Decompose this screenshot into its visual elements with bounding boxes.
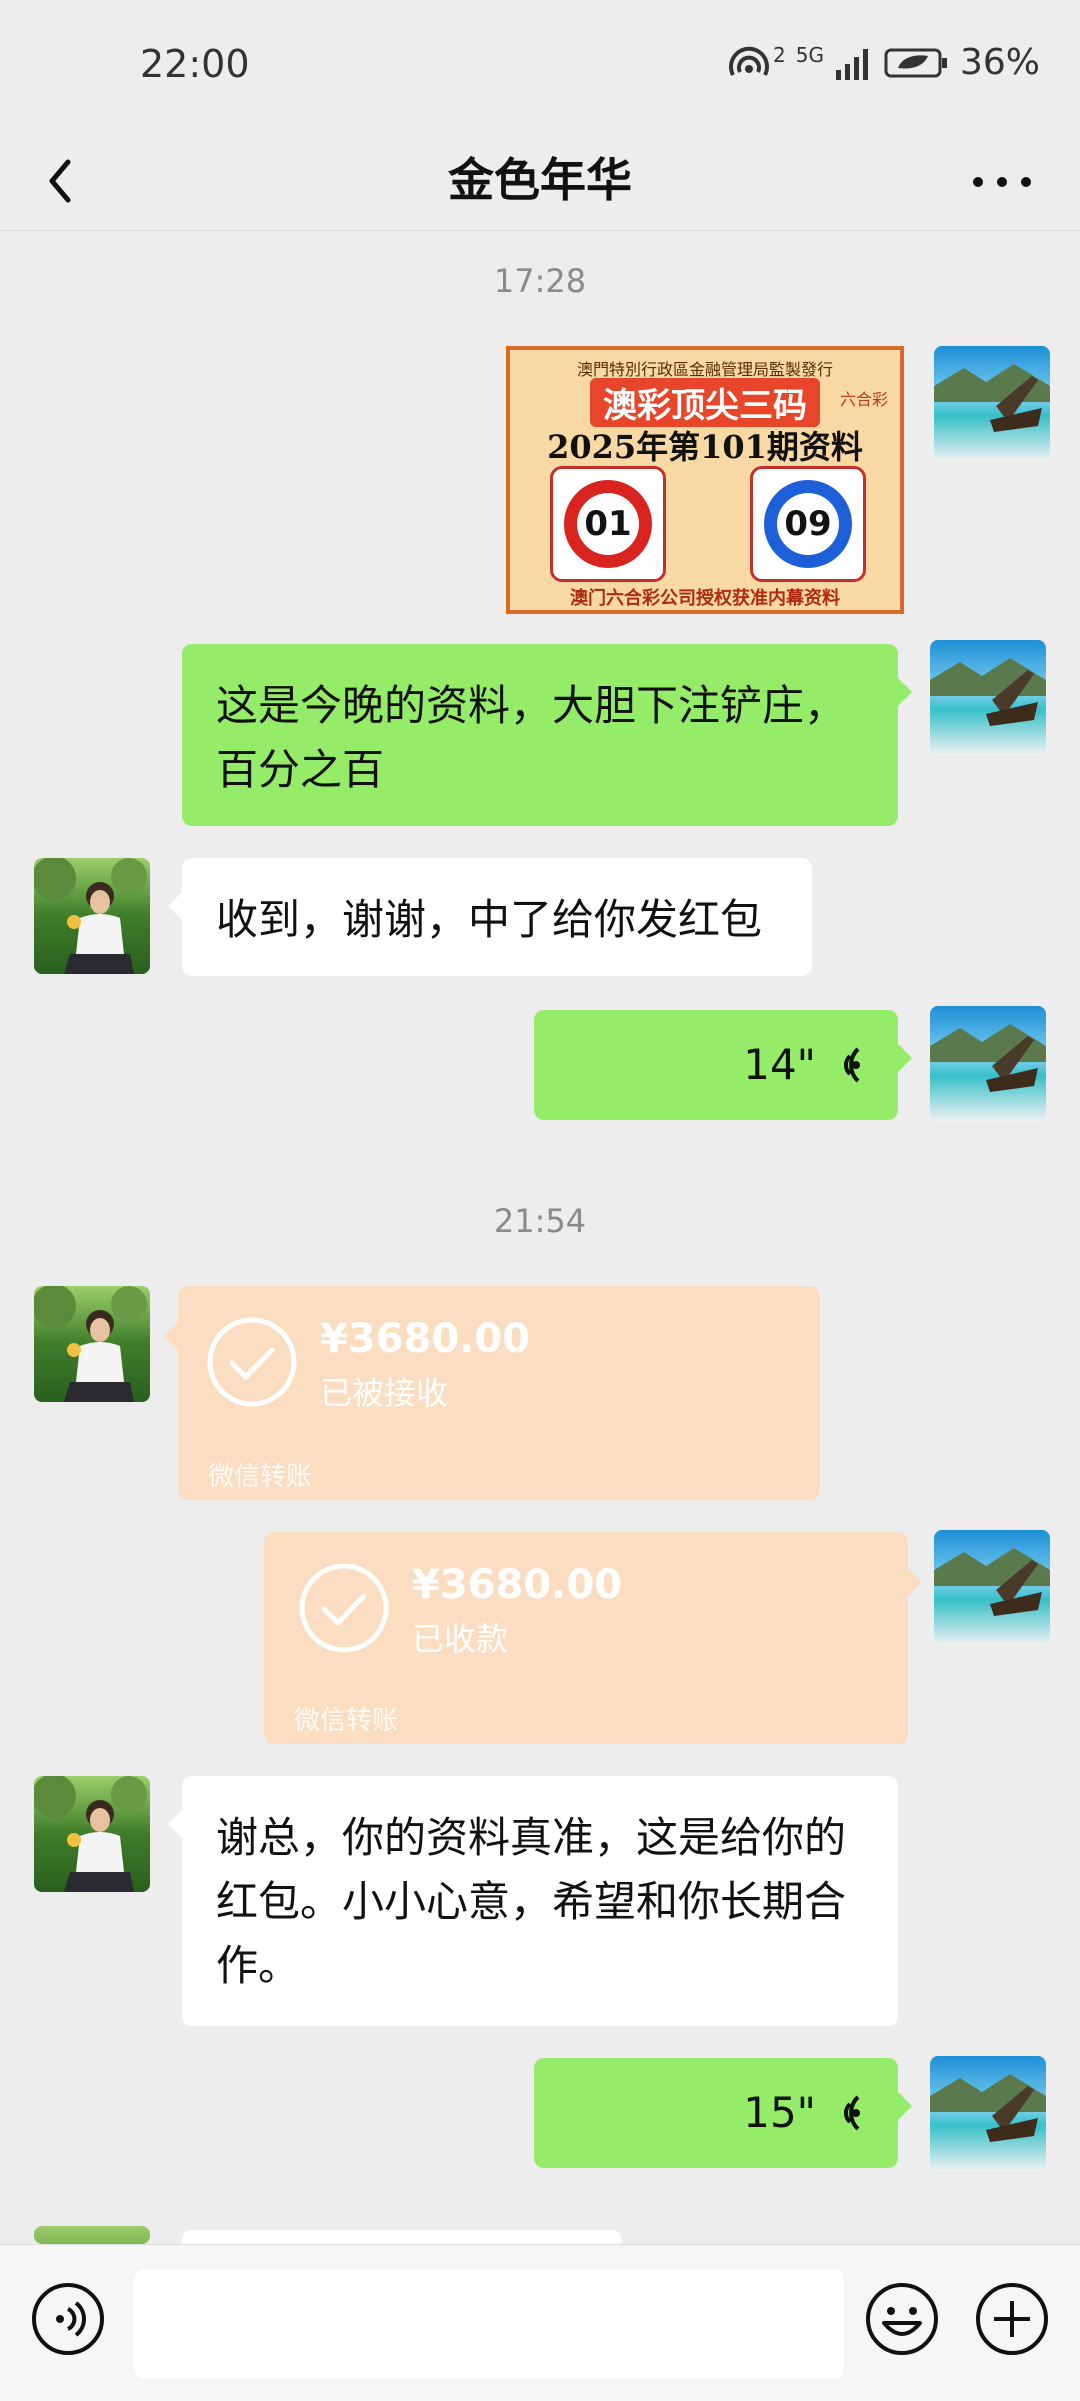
voice-wave-icon [843,1047,860,1083]
chevron-left-icon [49,159,71,203]
battery-icon [884,48,947,77]
lottery-image-message[interactable]: 澳門特別行政區金融管理局監製發行 澳彩顶尖三码 六合彩 2025年第101期资料… [506,346,904,614]
transfer-label: 微信转账 [294,1706,399,1736]
lottery-title: 2025年第101期资料 [547,428,863,466]
beach-boat-avatar-image [930,2056,1046,2172]
chat-header: 金色年华 [0,130,1080,231]
lottery-ball-number: 09 [777,493,839,555]
contact-avatar[interactable] [34,1776,150,1892]
lottery-footer-text: 澳门六合彩公司授权获准内幕资料 [570,588,840,609]
voice-wave-icon [843,2095,860,2131]
voice-input-icon[interactable] [30,2281,106,2357]
message-input[interactable] [134,2269,844,2379]
message-bubble-other[interactable]: 收到，谢谢，中了给你发红包 [168,858,812,976]
check-circle-icon [207,1317,297,1407]
message-bubble-other[interactable] [182,2230,622,2244]
voice-message-bubble[interactable]: 15" [534,2058,912,2168]
message-text: 收到，谢谢，中了给你发红包 [216,895,763,944]
beach-boat-avatar-image [934,346,1050,462]
timestamp: 17:28 [493,262,587,300]
lottery-ball-number: 01 [577,493,639,555]
transfer-card-received[interactable]: ¥3680.00 已被接收 微信转账 [164,1286,820,1500]
more-dots-icon [973,177,1031,187]
message-bubble-self[interactable]: 这是今晚的资料，大胆下注铲庄，百分之百 [182,644,912,826]
person-avatar-image [34,2226,150,2244]
lottery-ball-red: 01 [550,466,666,582]
contact-avatar[interactable] [34,858,150,974]
battery-percent: 36% [959,42,1040,83]
lottery-ball-blue: 09 [750,466,866,582]
signal-icon [835,48,868,80]
timestamp: 21:54 [493,1202,587,1240]
transfer-card-collected[interactable]: ¥3680.00 已收款 微信转账 [264,1532,922,1744]
voice-duration: 15" [743,2088,816,2137]
input-bar [0,2244,1080,2401]
contact-avatar[interactable] [34,1286,150,1402]
self-avatar[interactable] [930,640,1046,756]
status-bar: 22:00 2 5G 36% [0,0,1080,130]
person-avatar-image [34,1776,150,1892]
self-avatar[interactable] [934,346,1050,462]
self-avatar[interactable] [930,2056,1046,2172]
person-avatar-image [34,858,150,974]
transfer-label: 微信转账 [208,1462,313,1492]
message-text: 这是今晚的资料，大胆下注铲庄，百分之百 [216,681,847,794]
chat-title: 金色年华 [448,153,632,207]
transfer-amount: ¥3680.00 [320,1316,531,1362]
self-avatar[interactable] [930,1006,1046,1122]
lottery-issuer-text: 澳門特別行政區金融管理局監製發行 [576,360,833,379]
message-bubble-other[interactable]: 谢总，你的资料真准，这是给你的红包。小小心意，希望和你长期合作。 [168,1776,898,2026]
voice-message-bubble[interactable]: 14" [534,1010,912,1120]
transfer-status: 已收款 [412,1620,509,1658]
transfer-status: 已被接收 [320,1374,449,1412]
sim-index: 2 [773,42,786,67]
hotspot-icon [729,46,769,76]
message-text: 谢总，你的资料真准，这是给你的红包。小小心意，希望和你长期合作。 [216,1813,847,1990]
emoji-icon[interactable] [864,2281,940,2357]
contact-avatar[interactable] [34,2226,150,2244]
beach-boat-avatar-image [930,1006,1046,1122]
plus-icon[interactable] [974,2281,1050,2357]
status-time: 22:00 [140,42,250,86]
lottery-brand-text: 澳彩顶尖三码 [590,378,820,427]
self-avatar[interactable] [934,1530,1050,1646]
beach-boat-avatar-image [934,1530,1050,1646]
more-button[interactable] [962,146,1042,216]
beach-boat-avatar-image [930,640,1046,756]
network-type: 5G [795,42,824,67]
person-avatar-image [34,1286,150,1402]
lottery-badge: 六合彩 [839,390,888,409]
back-button[interactable] [38,146,108,216]
transfer-amount: ¥3680.00 [412,1562,623,1608]
voice-duration: 14" [743,1040,816,1089]
status-indicators: 2 5G 36% [727,42,1040,83]
check-circle-icon [299,1563,389,1653]
